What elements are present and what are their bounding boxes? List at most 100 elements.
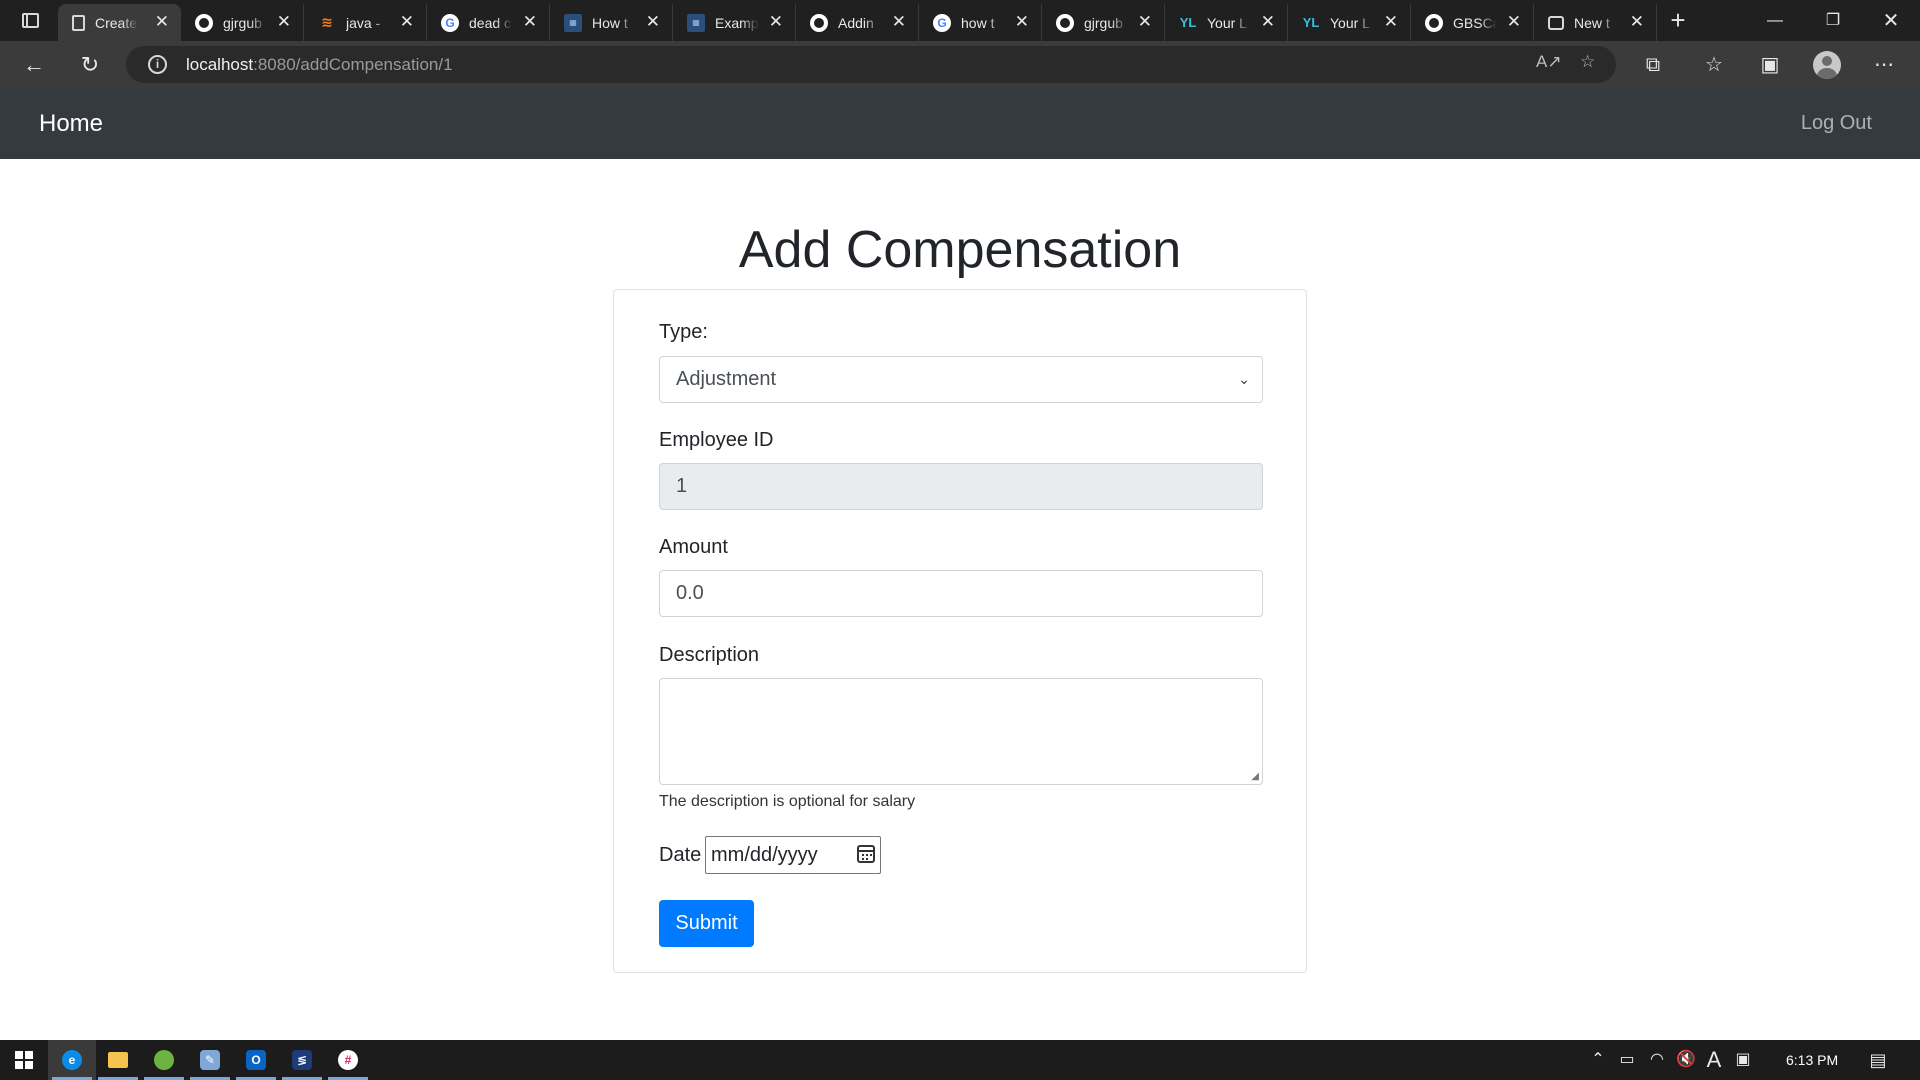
window-close-icon[interactable]: ✕: [1868, 6, 1914, 36]
notes-taskbar-icon[interactable]: ✎: [186, 1040, 234, 1080]
browser-tab[interactable]: G how t ✕: [919, 4, 1042, 41]
browser-tab[interactable]: gjrgub ✕: [1042, 4, 1165, 41]
browser-tab[interactable]: Create ✕: [58, 4, 181, 41]
slack-taskbar-icon[interactable]: #: [324, 1040, 372, 1080]
chevron-down-icon: ⌄: [1238, 371, 1250, 387]
employee-id-label: Employee ID: [659, 429, 774, 451]
tab-title: java -: [346, 14, 381, 31]
close-icon[interactable]: ✕: [1507, 13, 1521, 31]
profile-avatar[interactable]: [1813, 51, 1841, 79]
browser-tab[interactable]: Addin ✕: [796, 4, 919, 41]
date-input[interactable]: mm/dd/yyyy: [705, 836, 881, 874]
browser-tab[interactable]: gjrgub ✕: [181, 4, 304, 41]
outlook-taskbar-icon[interactable]: O: [232, 1040, 280, 1080]
url-text[interactable]: localhost:8080/addCompensation/1: [186, 55, 453, 75]
close-icon[interactable]: ✕: [1261, 13, 1275, 31]
close-icon[interactable]: ✕: [1015, 13, 1029, 31]
tab-title: Addin: [838, 14, 874, 31]
url-host: localhost: [186, 55, 254, 74]
image-icon: ▦: [564, 13, 582, 32]
browser-tab[interactable]: GBSCa ✕: [1411, 4, 1534, 41]
input-method-icon[interactable]: A: [1702, 1040, 1726, 1080]
close-icon[interactable]: ✕: [1138, 13, 1152, 31]
type-selected-value: Adjustment: [676, 368, 777, 390]
tab-title: Your L: [1330, 14, 1370, 31]
read-aloud-icon[interactable]: A↗: [1536, 52, 1562, 72]
submit-button[interactable]: Submit: [659, 900, 754, 947]
github-icon: [195, 13, 213, 32]
browser-tab-strip: Create ✕ gjrgub ✕ ≋ java - ✕ G dead c ✕ …: [0, 0, 1920, 41]
taskbar-clock[interactable]: 6:13 PM: [1786, 1040, 1838, 1080]
chevron-up-icon[interactable]: ⌃: [1586, 1040, 1610, 1080]
type-select[interactable]: Adjustment ⌄: [659, 356, 1263, 403]
tab-title: gjrgub: [1084, 14, 1123, 31]
browser-tab[interactable]: ≋ java - ✕: [304, 4, 427, 41]
page-icon: [72, 14, 85, 31]
browser-toolbar: ← ↻ i localhost:8080/addCompensation/1 A…: [0, 41, 1920, 88]
page-title: Add Compensation: [738, 221, 1182, 279]
wifi-icon[interactable]: ◠: [1644, 1040, 1670, 1080]
back-arrow-icon[interactable]: ←: [18, 49, 50, 81]
battery-icon[interactable]: ▭: [1614, 1040, 1640, 1080]
close-icon[interactable]: ✕: [1384, 13, 1398, 31]
close-icon[interactable]: ✕: [892, 13, 906, 31]
tab-title: Create: [95, 14, 138, 31]
amount-label: Amount: [659, 536, 728, 558]
notification-icon[interactable]: ▤: [1864, 1040, 1892, 1080]
image-icon: ▦: [687, 13, 705, 32]
amount-field[interactable]: 0.0: [659, 570, 1263, 617]
logout-link[interactable]: Log Out: [1801, 112, 1872, 135]
tab-title: How t: [592, 14, 628, 31]
tab-title: GBSCa: [1453, 14, 1497, 31]
tab-list: Create ✕ gjrgub ✕ ≋ java - ✕ G dead c ✕ …: [58, 4, 1657, 41]
restore-icon[interactable]: ❐: [1810, 6, 1856, 36]
close-icon[interactable]: ✕: [277, 13, 291, 31]
new-tab-button[interactable]: +: [1663, 6, 1693, 36]
add-favorite-icon[interactable]: ☆: [1580, 52, 1595, 72]
compensation-form-card: Type: Adjustment ⌄ Employee ID 1 Amount …: [613, 289, 1307, 973]
close-icon[interactable]: ✕: [523, 13, 537, 31]
calendar-icon[interactable]: [857, 845, 875, 863]
spring-tool-taskbar-icon[interactable]: [140, 1040, 188, 1080]
close-icon[interactable]: ✕: [646, 13, 660, 31]
tab-title: dead c: [469, 14, 512, 31]
minimize-icon[interactable]: —: [1752, 6, 1798, 36]
browser-tab[interactable]: New t ✕: [1534, 4, 1657, 41]
tab-title: how t: [961, 14, 995, 31]
home-link[interactable]: Home: [39, 110, 103, 138]
description-textarea[interactable]: ◢: [659, 678, 1263, 785]
favorites-icon[interactable]: ☆: [1698, 49, 1730, 81]
tab-title: New t: [1574, 14, 1610, 31]
newtab-icon: [1548, 15, 1564, 30]
site-info-icon[interactable]: i: [148, 55, 167, 74]
tab-title: gjrgub: [223, 14, 262, 31]
browser-tab[interactable]: ▦ Examp ✕: [673, 4, 796, 41]
github-icon: [1425, 13, 1443, 32]
start-button[interactable]: [0, 1040, 48, 1080]
collections-icon[interactable]: ▣: [1754, 49, 1786, 81]
windows-taskbar: e ✎ O ≶ # ⌃ ▭ ◠ 🔇 A ▣ 6:13 PM ▤: [0, 1040, 1920, 1080]
resize-handle-icon[interactable]: ◢: [1251, 771, 1259, 782]
sidebar-toggle-icon[interactable]: [14, 8, 46, 32]
stackoverflow-icon: ≋: [321, 14, 333, 30]
close-icon[interactable]: ✕: [1630, 13, 1644, 31]
browser-tab[interactable]: G dead c ✕: [427, 4, 550, 41]
visual-studio-taskbar-icon[interactable]: ≶: [278, 1040, 326, 1080]
description-label: Description: [659, 644, 760, 666]
extensions-icon[interactable]: ⧉: [1637, 49, 1669, 81]
browser-tab[interactable]: ▦ How t ✕: [550, 4, 673, 41]
close-icon[interactable]: ✕: [155, 13, 169, 31]
security-icon[interactable]: ▣: [1730, 1040, 1756, 1080]
refresh-icon[interactable]: ↻: [74, 49, 106, 81]
close-icon[interactable]: ✕: [769, 13, 783, 31]
browser-tab[interactable]: YL Your L ✕: [1288, 4, 1411, 41]
more-options-icon[interactable]: ⋯: [1868, 49, 1900, 81]
volume-muted-icon[interactable]: 🔇: [1673, 1040, 1699, 1080]
yml-icon: YL: [1179, 15, 1197, 30]
windows-logo-icon: [15, 1051, 33, 1069]
file-explorer-taskbar-icon[interactable]: [94, 1040, 142, 1080]
address-bar[interactable]: i localhost:8080/addCompensation/1 A↗ ☆: [126, 46, 1616, 83]
edge-taskbar-icon[interactable]: e: [48, 1040, 96, 1080]
browser-tab[interactable]: YL Your L ✕: [1165, 4, 1288, 41]
close-icon[interactable]: ✕: [400, 13, 414, 31]
